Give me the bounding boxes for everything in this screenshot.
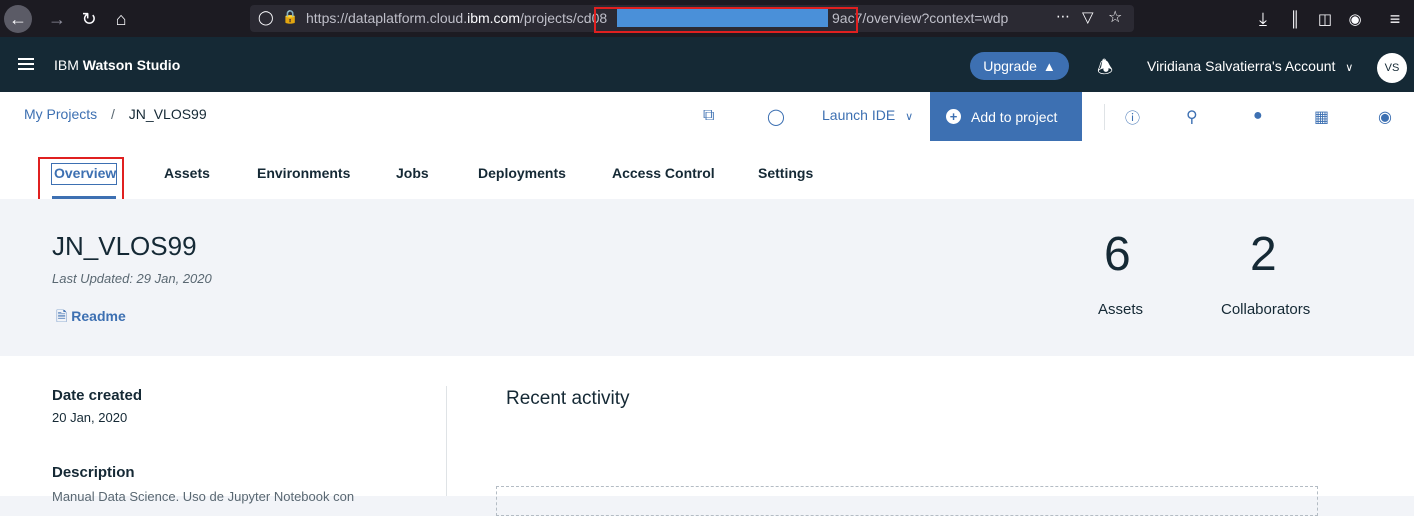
recent-activity-title: Recent activity — [506, 388, 630, 409]
tab-settings[interactable]: Settings — [758, 165, 813, 181]
back-arrow-icon[interactable]: ← — [4, 5, 32, 33]
add-to-project-button[interactable]: + Add to project — [930, 92, 1082, 141]
date-created-value: 20 Jan, 2020 — [52, 410, 128, 425]
reload-icon[interactable]: ↻ — [76, 6, 102, 32]
lock-icon[interactable]: 🔒 — [282, 9, 298, 25]
browser-toolbar: ← → ↻ ⌂ ◯ 🔒 https://dataplatform.cloud.i… — [0, 0, 1414, 37]
pocket-icon[interactable]: ▽ — [1082, 8, 1094, 26]
app-header: IBM Watson Studio Upgrade ▲ 🕭 Viridiana … — [0, 37, 1414, 92]
library-icon[interactable]: ║ — [1282, 6, 1308, 32]
url-suffix: 9ac7/overview?context=wdp — [832, 10, 1009, 26]
readme-link[interactable]: 🗎 Readme — [56, 306, 126, 330]
grid-icon[interactable]: ▦ — [1314, 107, 1329, 127]
recent-activity-placeholder — [496, 486, 1318, 516]
sidebar-icon[interactable]: ◫ — [1312, 6, 1338, 32]
home-icon[interactable]: ⌂ — [108, 6, 134, 32]
chevron-down-icon: ∨ — [905, 111, 914, 123]
project-toolbar: My Projects / JN_VLOS99 ⧉ ◯ Launch IDE ∨… — [0, 92, 1414, 141]
compass-icon[interactable]: ◉ — [1378, 107, 1392, 127]
document-icon: 🗎 — [56, 308, 68, 324]
tab-deployments[interactable]: Deployments — [478, 165, 566, 181]
tab-overview[interactable]: Overview — [54, 165, 116, 181]
launch-ide-dropdown[interactable]: Launch IDE ∨ — [822, 107, 913, 123]
app-brand[interactable]: IBM Watson Studio — [54, 57, 180, 73]
info-icon[interactable]: ⓘ — [1125, 107, 1140, 128]
forward-arrow-icon[interactable]: → — [44, 6, 70, 32]
avatar[interactable]: VS — [1377, 53, 1407, 83]
notification-bell-icon[interactable]: 🕭 — [1097, 55, 1113, 85]
tab-access-control[interactable]: Access Control — [612, 165, 715, 181]
chevron-down-icon: ∨ — [1345, 62, 1354, 74]
project-summary: JN_VLOS99 Last Updated: 29 Jan, 2020 🗎 Re… — [0, 199, 1414, 356]
export-icon[interactable]: ⧉ — [703, 107, 714, 125]
hamburger-menu-icon[interactable] — [18, 58, 34, 70]
assets-search-icon[interactable]: ● — [1253, 107, 1263, 125]
description-label: Description — [52, 464, 135, 481]
plus-circle-icon: + — [946, 109, 961, 124]
content-divider — [446, 386, 447, 496]
collaborators-count: 2 — [1250, 228, 1277, 281]
toolbar-divider — [1104, 104, 1105, 130]
download-icon[interactable]: ⤓ — [1250, 6, 1276, 32]
more-actions-icon[interactable]: ⋯ — [1056, 8, 1070, 25]
shield-icon[interactable]: ◯ — [258, 9, 274, 26]
assets-count-label: Assets — [1098, 301, 1144, 318]
project-title: JN_VLOS99 — [52, 231, 197, 261]
bookmark-star-icon[interactable]: ☆ — [1108, 7, 1122, 27]
description-value: Manual Data Science. Uso de Jupyter Note… — [52, 489, 355, 504]
breadcrumb-my-projects[interactable]: My Projects — [24, 106, 97, 122]
menu-icon[interactable]: ≡ — [1382, 6, 1408, 32]
account-switcher[interactable]: Viridiana Salvatierra's Account ∨ — [1147, 58, 1353, 74]
collaborators-count-label: Collaborators — [1221, 301, 1311, 318]
tab-environments[interactable]: Environments — [257, 165, 350, 181]
add-collaborator-icon[interactable]: ◯ — [767, 107, 785, 127]
url-bar[interactable]: ◯ 🔒 https://dataplatform.cloud.ibm.com/p… — [250, 5, 1134, 33]
assets-count: 6 — [1104, 228, 1131, 281]
date-created-label: Date created — [52, 387, 143, 404]
breadcrumb: My Projects / JN_VLOS99 — [24, 106, 207, 122]
last-updated: Last Updated: 29 Jan, 2020 — [52, 271, 212, 286]
url-highlight-box — [594, 7, 858, 33]
arrow-up-icon: ▲ — [1042, 58, 1056, 74]
tab-jobs[interactable]: Jobs — [396, 165, 429, 181]
breadcrumb-separator: / — [111, 106, 115, 122]
account-icon[interactable]: ◉ — [1342, 6, 1368, 32]
upgrade-button[interactable]: Upgrade ▲ — [970, 52, 1069, 80]
breadcrumb-current: JN_VLOS99 — [128, 106, 207, 122]
overview-content: Date created 20 Jan, 2020 Description Ma… — [0, 356, 1414, 516]
upgrade-label: Upgrade — [983, 58, 1037, 74]
add-to-project-label: Add to project — [971, 108, 1058, 125]
tab-assets[interactable]: Assets — [164, 165, 210, 181]
project-tabs: Overview Assets Environments Jobs Deploy… — [0, 141, 1414, 208]
url-text: https://dataplatform.cloud.ibm.com/proje… — [306, 10, 608, 26]
find-data-icon[interactable]: ⚲ — [1186, 107, 1198, 127]
